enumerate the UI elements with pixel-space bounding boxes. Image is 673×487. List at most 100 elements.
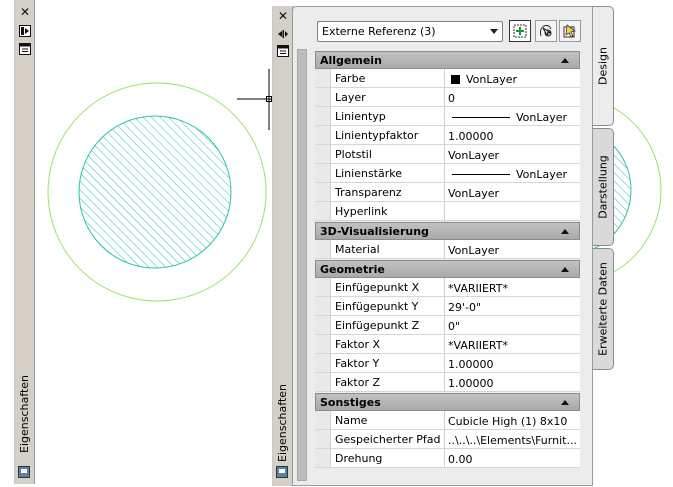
property-value[interactable]: 0.00 bbox=[445, 449, 580, 467]
properties-palette-icon[interactable] bbox=[18, 466, 30, 478]
close-icon[interactable]: ✕ bbox=[276, 9, 290, 23]
object-type-dropdown[interactable]: Externe Referenz (3) bbox=[317, 21, 503, 42]
category-allgemein[interactable]: Allgemein bbox=[315, 51, 580, 69]
property-row-layer[interactable]: Layer 0 bbox=[315, 88, 580, 107]
property-row-drehung[interactable]: Drehung 0.00 bbox=[315, 449, 580, 468]
tab-label: Darstellung bbox=[596, 155, 610, 219]
close-icon[interactable]: ✕ bbox=[18, 5, 32, 19]
properties-palette-collapsed[interactable]: ✕ Eigenschaften bbox=[14, 0, 35, 484]
category-geometrie[interactable]: Geometrie bbox=[315, 260, 580, 278]
property-label: Farbe bbox=[331, 69, 445, 87]
property-value[interactable] bbox=[445, 202, 580, 220]
property-label: Name bbox=[331, 411, 445, 429]
category-label: Allgemein bbox=[320, 54, 382, 67]
property-value[interactable]: 1.00000 bbox=[445, 354, 580, 372]
panel-strip-title: Eigenschaften bbox=[276, 384, 289, 462]
property-value[interactable]: 0 bbox=[445, 88, 580, 106]
linetype-preview bbox=[452, 117, 510, 118]
properties-panel: Externe Referenz (3) Allgemein Farbe VonL… bbox=[292, 6, 593, 486]
property-label: Linienstärke bbox=[331, 164, 445, 182]
category-label: Sonstiges bbox=[320, 396, 381, 409]
object-type-value: Externe Referenz (3) bbox=[322, 25, 436, 38]
property-row-einfuegepunkt-x[interactable]: Einfügepunkt X *VARIIERT* bbox=[315, 278, 580, 297]
palette-title: Eigenschaften bbox=[18, 375, 31, 453]
property-value[interactable]: *VARIIERT* bbox=[445, 335, 580, 353]
property-value: VonLayer bbox=[516, 111, 568, 124]
property-value[interactable]: *VARIIERT* bbox=[445, 278, 580, 296]
property-value[interactable]: Cubicle High (1) 8x10 bbox=[445, 411, 580, 429]
property-value: VonLayer bbox=[466, 73, 518, 86]
category-3d-visualisierung[interactable]: 3D-Visualisierung bbox=[315, 222, 580, 240]
property-label: Layer bbox=[331, 88, 445, 106]
lineweight-preview bbox=[452, 174, 510, 175]
property-row-faktor-z[interactable]: Faktor Z 1.00000 bbox=[315, 373, 580, 392]
quick-select-button[interactable] bbox=[509, 20, 531, 42]
tab-darstellung[interactable]: Darstellung bbox=[593, 128, 614, 246]
property-label: Linientyp bbox=[331, 107, 445, 125]
toggle-pickadd-icon bbox=[563, 24, 576, 38]
property-row-faktor-y[interactable]: Faktor Y 1.00000 bbox=[315, 354, 580, 373]
property-row-gespeicherter-pfad[interactable]: Gespeicherter Pfad ..\..\..\Elements\Furn… bbox=[315, 430, 580, 449]
property-label: Gespeicherter Pfad bbox=[331, 430, 445, 448]
property-label: Linientypfaktor bbox=[331, 126, 445, 144]
panel-title-strip[interactable]: ✕ Eigenschaften bbox=[272, 6, 293, 486]
property-row-einfuegepunkt-z[interactable]: Einfügepunkt Z 0" bbox=[315, 316, 580, 335]
property-value[interactable]: VonLayer bbox=[445, 240, 580, 258]
property-label: Faktor Z bbox=[331, 373, 445, 391]
property-row-faktor-x[interactable]: Faktor X *VARIIERT* bbox=[315, 335, 580, 354]
property-label: Faktor Y bbox=[331, 354, 445, 372]
property-row-hyperlink[interactable]: Hyperlink bbox=[315, 202, 580, 221]
property-row-name[interactable]: Name Cubicle High (1) 8x10 bbox=[315, 411, 580, 430]
collapse-icon[interactable] bbox=[561, 267, 569, 272]
tab-label: Erweiterte Daten bbox=[596, 262, 610, 356]
properties-menu-icon[interactable] bbox=[276, 44, 290, 58]
property-row-material[interactable]: Material VonLayer bbox=[315, 240, 580, 259]
properties-palette-icon[interactable] bbox=[276, 466, 288, 478]
property-row-transparenz[interactable]: Transparenz VonLayer bbox=[315, 183, 580, 202]
property-row-linientyp[interactable]: Linientyp VonLayer bbox=[315, 107, 580, 126]
tab-design[interactable]: Design bbox=[593, 6, 614, 126]
property-label: Material bbox=[331, 240, 445, 258]
property-value[interactable]: 29'-0" bbox=[445, 297, 580, 315]
collapse-icon[interactable] bbox=[561, 400, 569, 405]
hatched-circle-left[interactable] bbox=[78, 115, 232, 269]
property-label: Einfügepunkt X bbox=[331, 278, 445, 296]
property-label: Hyperlink bbox=[331, 202, 445, 220]
scrollbar[interactable] bbox=[297, 49, 307, 481]
collapse-icon[interactable] bbox=[561, 58, 569, 63]
autohide-icon[interactable] bbox=[276, 27, 290, 41]
property-grid: Allgemein Farbe VonLayer Layer 0 Linientyp… bbox=[315, 50, 580, 468]
color-swatch bbox=[451, 75, 460, 84]
collapse-icon[interactable] bbox=[561, 229, 569, 234]
category-sonstiges[interactable]: Sonstiges bbox=[315, 393, 580, 411]
property-value[interactable]: 0" bbox=[445, 316, 580, 334]
property-row-farbe[interactable]: Farbe VonLayer bbox=[315, 69, 580, 88]
property-value: VonLayer bbox=[516, 168, 568, 181]
properties-menu-icon[interactable] bbox=[18, 42, 32, 56]
property-value[interactable]: VonLayer bbox=[445, 183, 580, 201]
tab-erweiterte-daten[interactable]: Erweiterte Daten bbox=[593, 248, 614, 370]
quick-select-icon bbox=[513, 24, 527, 38]
autohide-icon[interactable] bbox=[18, 24, 32, 38]
property-label: Einfügepunkt Z bbox=[331, 316, 445, 334]
property-label: Drehung bbox=[331, 449, 445, 467]
category-label: Geometrie bbox=[320, 263, 385, 276]
select-objects-icon bbox=[539, 24, 552, 37]
property-label: Plotstil bbox=[331, 145, 445, 163]
property-label: Faktor X bbox=[331, 335, 445, 353]
property-value[interactable]: ..\..\..\Elements\Furnit... bbox=[445, 430, 580, 448]
property-row-linientypfaktor[interactable]: Linientypfaktor 1.00000 bbox=[315, 126, 580, 145]
select-objects-button[interactable] bbox=[535, 20, 557, 42]
category-label: 3D-Visualisierung bbox=[320, 225, 429, 238]
property-value[interactable]: 1.00000 bbox=[445, 126, 580, 144]
property-row-einfuegepunkt-y[interactable]: Einfügepunkt Y 29'-0" bbox=[315, 297, 580, 316]
property-row-plotstil[interactable]: Plotstil VonLayer bbox=[315, 145, 580, 164]
chevron-down-icon[interactable] bbox=[490, 29, 498, 34]
property-value[interactable]: VonLayer bbox=[445, 145, 580, 163]
property-row-linienstaerke[interactable]: Linienstärke VonLayer bbox=[315, 164, 580, 183]
tab-label: Design bbox=[596, 47, 610, 85]
property-label: Einfügepunkt Y bbox=[331, 297, 445, 315]
toggle-pickadd-button[interactable] bbox=[559, 20, 581, 42]
property-label: Transparenz bbox=[331, 183, 445, 201]
property-value[interactable]: 1.00000 bbox=[445, 373, 580, 391]
